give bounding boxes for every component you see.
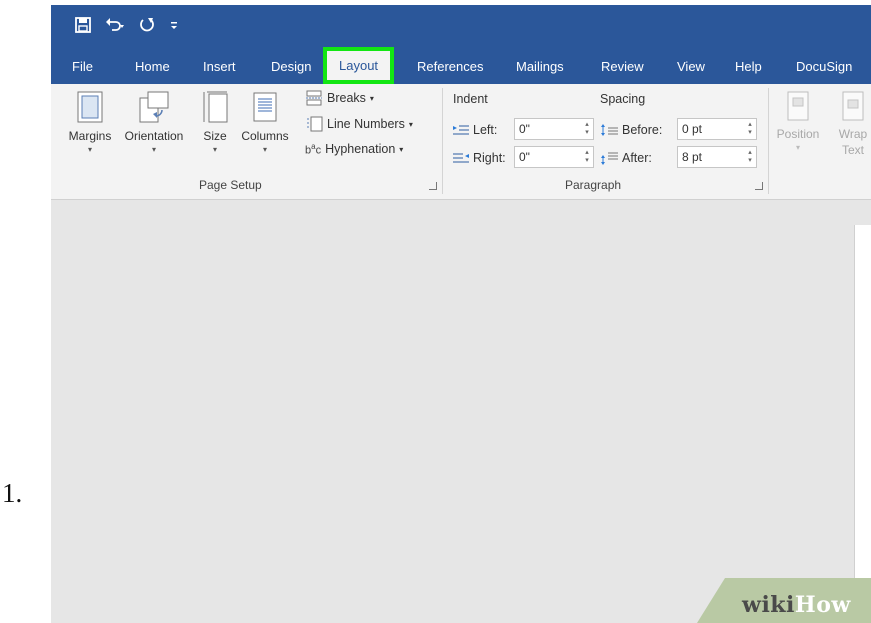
spacing-before-input[interactable]: 0 pt ▴ ▾ [677,118,757,140]
document-page[interactable] [854,225,871,623]
undo-icon[interactable] [105,17,125,38]
tab-view[interactable]: View [677,57,705,77]
wrap-text-button[interactable]: Wrap Text [833,90,871,157]
chevron-down-icon: ▾ [262,145,267,154]
tab-home[interactable]: Home [135,57,170,77]
spacing-after-input[interactable]: 8 pt ▴ ▾ [677,146,757,168]
position-icon [787,91,809,121]
spinner-arrows-icon[interactable]: ▴ ▾ [583,121,591,137]
orientation-icon [139,91,169,123]
columns-button[interactable]: Columns ▾ [239,90,291,154]
tab-file[interactable]: File [72,57,93,77]
paragraph-dialog-launcher[interactable] [755,182,763,190]
chevron-down-icon: ▾ [408,119,413,129]
spinner-arrows-icon[interactable]: ▴ ▾ [583,149,591,165]
spinner-arrows-icon[interactable]: ▴ ▾ [746,121,754,137]
margins-button[interactable]: Margins ▾ [59,90,121,154]
indent-left-label: Left: [453,123,497,137]
page-setup-dialog-launcher[interactable] [429,182,437,190]
redo-icon[interactable] [139,17,155,38]
columns-icon [253,92,277,122]
breaks-icon [306,90,322,106]
ribbon: Margins ▾ Orientation ▾ Size ▾ Columns ▾… [51,84,871,200]
breaks-button[interactable]: Breaks ▾ [305,90,374,106]
spacing-title: Spacing [600,92,646,106]
tab-review[interactable]: Review [601,57,644,77]
tab-layout[interactable]: Layout [323,47,395,84]
size-button[interactable]: Size ▾ [197,90,233,154]
customize-qat-icon[interactable] [169,17,179,38]
tab-help[interactable]: Help [735,57,762,77]
page-setup-group-label: Page Setup [199,178,262,192]
spinner-arrows-icon[interactable]: ▴ ▾ [746,149,754,165]
indent-right-input[interactable]: 0" ▴ ▾ [514,146,594,168]
chevron-down-icon: ▾ [212,145,217,154]
chevron-down-icon: ▾ [369,93,374,103]
line-numbers-button[interactable]: Line Numbers ▾ [305,116,413,132]
spacing-after-icon [601,152,618,165]
list-marker: 1. [2,478,23,508]
word-window: File Home Insert Design Layout Reference… [51,5,871,623]
indent-left-icon [453,125,469,135]
paragraph-group-label: Paragraph [565,178,622,192]
indent-title: Indent [453,92,488,106]
chevron-down-icon: ▾ [795,143,800,152]
tab-design[interactable]: Design [271,57,311,77]
save-icon[interactable] [75,17,91,38]
wrap-text-icon [842,91,864,121]
title-bar [51,5,871,47]
quick-access-toolbar [75,17,179,38]
orientation-button[interactable]: Orientation ▾ [117,90,191,154]
position-button[interactable]: Position ▾ [773,90,823,152]
ribbon-separator [442,88,443,194]
indent-right-icon [453,153,469,163]
chevron-down-icon: ▾ [399,144,404,154]
margins-icon [77,91,103,123]
hyphenation-button[interactable]: bac Hyphenation ▾ [305,142,403,157]
tab-mailings[interactable]: Mailings [516,57,564,77]
tab-insert[interactable]: Insert [203,57,236,77]
indent-left-input[interactable]: 0" ▴ ▾ [514,118,594,140]
spacing-before-label: Before: [600,123,662,137]
tab-docusign[interactable]: DocuSign [796,57,852,77]
wikihow-watermark: wikiHow [742,592,851,618]
ribbon-tabs: File Home Insert Design Layout Reference… [51,47,871,84]
hyphenation-icon: bac [305,142,322,157]
ribbon-separator [768,88,769,194]
tab-references[interactable]: References [417,57,483,77]
indent-right-label: Right: [453,151,506,165]
line-numbers-icon [307,116,323,132]
size-icon [203,91,228,123]
spacing-after-label: After: [600,151,652,165]
chevron-down-icon: ▾ [87,145,92,154]
chevron-down-icon: ▾ [151,145,156,154]
spacing-before-icon [601,124,618,136]
